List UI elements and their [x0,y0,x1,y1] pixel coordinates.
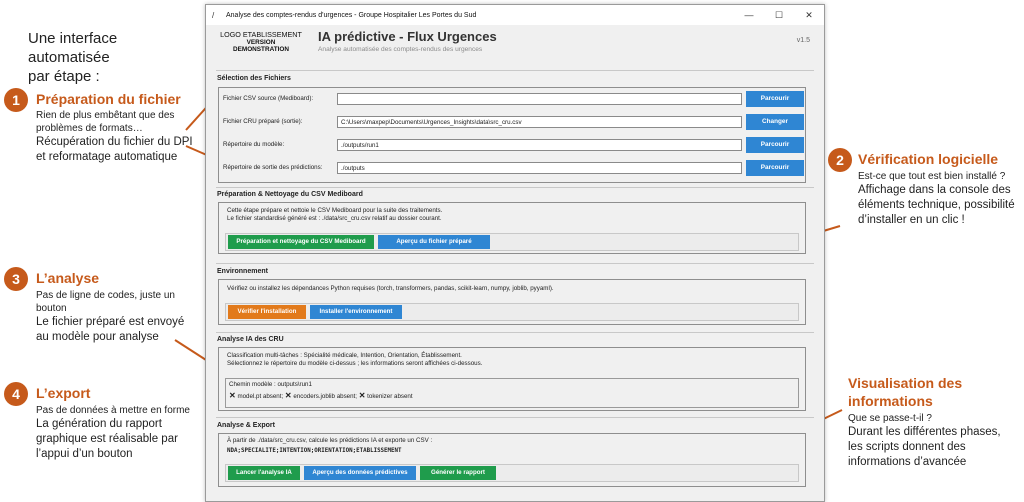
app-title: IA prédictive - Flux Urgences [318,29,497,44]
status-model: model.pt absent; [237,393,284,400]
field-label: Répertoire de sortie des prédictions: [223,164,323,171]
title-bar: / Analyse des comptes-rendus d'urgences … [206,5,824,25]
app-window: / Analyse des comptes-rendus d'urgences … [205,4,825,502]
env-description: Vérifiez ou installez les dépendances Py… [227,285,554,292]
window-title: Analyse des comptes-rendus d'urgences - … [226,11,477,19]
model-path-text: Chemin modèle : outputs\run1 [229,381,312,388]
status-encoders: encoders.joblib absent; [293,393,357,400]
logo-line: VERSION [246,38,276,46]
prep-panel: Cette étape prépare et nettoie le CSV Me… [218,202,806,254]
analyse-description: Sélectionnez le répertoire du modèle ci-… [227,360,483,367]
export-panel: À partir de ./data/src_cru.csv, calcule … [218,433,806,487]
section-title-env: Environnement [217,268,268,275]
env-panel: Vérifiez ou installez les dépendances Py… [218,279,806,325]
cross-icon: ✕ [284,391,292,400]
field-label: Fichier CRU préparé (sortie): [223,118,303,125]
app-header: LOGO ETABLISSEMENT VERSION DEMONSTRATION… [206,25,824,69]
maximize-button[interactable]: ☐ [764,10,794,21]
section-title-export: Analyse & Export [217,422,275,429]
env-button-bar: Vérifier l'installation Installer l'envi… [225,303,799,321]
cross-icon: ✕ [229,391,236,400]
preview-predictions-button[interactable]: Aperçu des données prédictives [304,466,416,480]
minimize-button[interactable]: — [734,10,764,20]
section-divider [216,187,814,188]
generate-report-button[interactable]: Générer le rapport [420,466,496,480]
file-row-model-dir: Répertoire du modèle: ./outputs/run1 Par… [223,137,804,153]
file-row-output-dir: Répertoire de sortie des prédictions: ./… [223,160,804,176]
model-status-line: ✕ model.pt absent; ✕ encoders.joblib abs… [229,391,413,402]
logo-line: LOGO ETABLISSEMENT [220,30,302,39]
output-dir-input[interactable]: ./outputs [337,162,742,174]
field-label: Répertoire du modèle: [223,141,285,148]
run-analysis-button[interactable]: Lancer l'analyse IA [228,466,300,480]
section-divider [216,417,814,418]
prep-button-bar: Préparation et nettoyage du CSV Mediboar… [225,233,799,251]
model-info-box: Chemin modèle : outputs\run1 ✕ model.pt … [225,378,799,408]
export-button-bar: Lancer l'analyse IA Aperçu des données p… [225,464,799,482]
app-subtitle: Analyse automatisée des comptes-rendus d… [318,46,483,53]
logo-line: DEMONSTRATION [233,46,289,53]
file-row-csv-source: Fichier CSV source (Mediboard): Parcouri… [223,91,804,107]
status-tokenizer: tokenizer absent [367,393,413,400]
section-title-files: Sélection des Fichiers [217,75,291,82]
browse-csv-button[interactable]: Parcourir [746,91,804,107]
close-button[interactable]: ✕ [794,10,824,21]
browse-model-button[interactable]: Parcourir [746,137,804,153]
prepare-csv-button[interactable]: Préparation et nettoyage du CSV Mediboar… [228,235,374,249]
header-divider [216,70,814,71]
check-install-button[interactable]: Vérifier l'installation [228,305,306,319]
install-env-button[interactable]: Installer l'environnement [310,305,402,319]
files-panel: Fichier CSV source (Mediboard): Parcouri… [218,87,806,183]
preview-prepared-button[interactable]: Aperçu du fichier préparé [378,235,490,249]
version-label: v1.5 [796,37,810,44]
model-dir-input[interactable]: ./outputs/run1 [337,139,742,151]
feather-icon: / [212,10,215,20]
field-label: Fichier CSV source (Mediboard): [223,95,314,102]
export-description: À partir de ./data/src_cru.csv, calcule … [227,437,433,444]
section-title-prep: Préparation & Nettoyage du CSV Mediboard [217,191,363,198]
file-row-cru-output: Fichier CRU préparé (sortie): C:\Users\m… [223,114,804,130]
section-title-analyse: Analyse IA des CRU [217,336,284,343]
csv-source-input[interactable] [337,93,742,105]
browse-output-button[interactable]: Parcourir [746,160,804,176]
prep-description: Le fichier standardisé généré est : ./da… [227,215,442,222]
section-divider [216,263,814,264]
analyse-panel: Classification multi-tâches : Spécialité… [218,347,806,411]
section-divider [216,332,814,333]
cru-output-input[interactable]: C:\Users\maxpep\Documents\Urgences_Insig… [337,116,742,128]
change-output-button[interactable]: Changer [746,114,804,130]
logo: LOGO ETABLISSEMENT VERSION DEMONSTRATION [218,31,304,54]
export-columns: NDA;SPECIALITE;INTENTION;ORIENTATION;ETA… [227,448,402,454]
cross-icon: ✕ [358,391,366,400]
